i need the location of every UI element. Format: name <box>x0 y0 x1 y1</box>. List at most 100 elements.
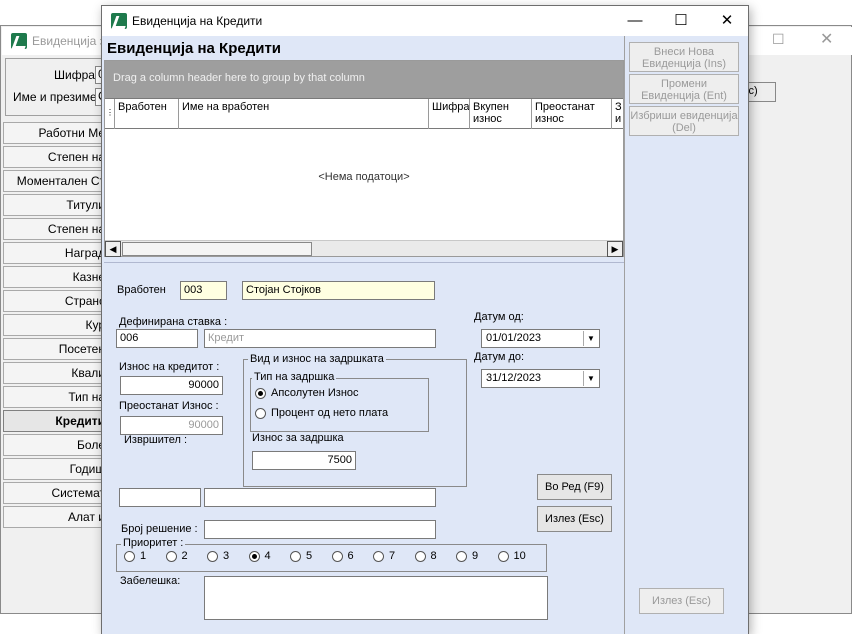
menu-item[interactable]: Кур <box>3 314 110 336</box>
menu-item[interactable]: Работни Ме <box>3 122 110 144</box>
maximize-icon[interactable]: ☐ <box>658 6 704 36</box>
maximize-icon[interactable]: ☐ <box>772 31 785 48</box>
menu-item[interactable]: Кредити <box>3 410 110 432</box>
menu-item[interactable]: Боле <box>3 434 110 456</box>
date-to-value: 31/12/2023 <box>486 372 542 384</box>
window-titlebar: Евиденција на Кредити — ☐ ✕ <box>102 6 748 36</box>
new-record-button[interactable]: Внеси Нова Евиденција (Ins) <box>629 42 739 72</box>
row-indicator-icon: ⋮ <box>105 99 115 129</box>
executor-code-input[interactable] <box>119 488 201 507</box>
priority-radio[interactable] <box>290 551 301 562</box>
date-to-label: Датум до: <box>474 351 525 363</box>
menu-item[interactable]: Системат <box>3 482 110 504</box>
priority-radio[interactable] <box>373 551 384 562</box>
form-title: Евиденција на Кредити <box>107 40 282 57</box>
loan-amount-label: Износ на кредитот : <box>119 361 220 373</box>
priority-radio[interactable] <box>248 551 260 562</box>
date-from-label: Датум од: <box>474 311 524 323</box>
edit-record-button[interactable]: Промени Евиденција (Ent) <box>629 74 739 104</box>
defined-rate-code-input[interactable]: 006 <box>116 329 198 348</box>
menu-item[interactable]: Странс <box>3 290 110 312</box>
decision-number-input[interactable] <box>204 520 436 539</box>
employee-code-input[interactable]: 003 <box>180 281 227 300</box>
date-to-picker[interactable]: 31/12/2023 ▼ <box>481 369 600 388</box>
chevron-down-icon[interactable]: ▼ <box>583 331 598 346</box>
priority-radio[interactable] <box>165 551 177 562</box>
priority-option-label: 2 <box>181 550 188 562</box>
remaining-amount-field: 90000 <box>120 416 223 435</box>
deduction-group-label: Вид и износ на задршката <box>248 353 386 365</box>
column-header[interactable]: Преостанат износ <box>532 99 612 129</box>
note-textarea[interactable] <box>204 576 548 620</box>
note-label: Забелешка: <box>120 575 181 587</box>
column-header[interactable]: З и <box>612 99 623 129</box>
defined-rate-label: Дефинирана ставка : <box>119 316 228 328</box>
priority-option-label: 7 <box>389 550 396 562</box>
exit-button[interactable]: Излез (Esc) <box>537 506 612 532</box>
priority-radio[interactable] <box>414 551 426 562</box>
menu-item[interactable]: Степен на <box>3 218 110 240</box>
column-header[interactable]: Шифра <box>429 99 470 129</box>
priority-label: Приоритет : <box>121 537 186 549</box>
background-window-title: Евиденција за <box>32 34 112 48</box>
chevron-down-icon[interactable]: ▼ <box>583 371 598 386</box>
menu-item[interactable]: Алат и <box>3 506 110 528</box>
divider <box>624 36 625 634</box>
priority-option-label: 6 <box>347 550 354 562</box>
side-exit-button[interactable]: Излез (Esc) <box>639 588 724 614</box>
priority-radio[interactable] <box>497 551 509 562</box>
group-by-bar[interactable]: Drag a column header here to group by th… <box>105 61 623 98</box>
menu-item[interactable]: Степен на <box>3 146 110 168</box>
column-header[interactable]: Име на вработен <box>179 99 429 129</box>
menu-item[interactable]: Титули <box>3 194 110 216</box>
employee-label: Вработен <box>117 284 166 296</box>
window-content: Евиденција на Кредити Drag a column head… <box>102 36 748 634</box>
employee-name-field: Стојан Стојков <box>242 281 435 300</box>
absolute-amount-label: Апсолутен Износ <box>271 387 359 399</box>
percent-net-radio[interactable] <box>255 408 266 419</box>
divider <box>104 262 624 263</box>
shifra-label: Шифра: <box>54 68 99 82</box>
loan-amount-input[interactable]: 90000 <box>120 376 223 395</box>
app-icon <box>111 13 127 29</box>
priority-option-label: 8 <box>430 550 437 562</box>
menu-item[interactable]: Наград <box>3 242 110 264</box>
scroll-thumb[interactable] <box>122 242 312 256</box>
menu-item[interactable]: Посетен <box>3 338 110 360</box>
decision-number-label: Број решение : <box>121 523 198 535</box>
app-icon <box>11 33 27 49</box>
percent-net-label: Процент од нето плата <box>271 407 389 419</box>
scroll-left-icon[interactable]: ◀ <box>105 241 121 257</box>
credits-grid[interactable]: Drag a column header here to group by th… <box>104 60 624 257</box>
empty-grid-message: <Нема податоци> <box>318 171 410 183</box>
menu-item[interactable]: Годиш <box>3 458 110 480</box>
priority-radio[interactable] <box>331 551 343 562</box>
priority-radio[interactable] <box>207 551 218 562</box>
deduction-amount-input[interactable]: 7500 <box>252 451 356 470</box>
window-title: Евиденција на Кредити <box>132 14 263 28</box>
scroll-right-icon[interactable]: ▶ <box>607 241 623 257</box>
priority-radio[interactable] <box>456 551 467 562</box>
delete-record-button[interactable]: Избриши евиденција (Del) <box>629 106 739 136</box>
menu-item[interactable]: Квали <box>3 362 110 384</box>
horizontal-scrollbar[interactable]: ◀ ▶ <box>105 240 623 257</box>
absolute-amount-radio[interactable] <box>255 388 266 399</box>
priority-option-label: 1 <box>140 550 147 562</box>
grid-header: ⋮ Вработен Име на вработен Шифра Вкупен … <box>105 98 623 129</box>
menu-item[interactable]: Тип на <box>3 386 110 408</box>
column-header[interactable]: Вкупен износ <box>470 99 532 129</box>
close-icon[interactable]: ✕ <box>820 29 833 49</box>
menu-item[interactable]: Казне <box>3 266 110 288</box>
menu-item[interactable]: Моментален Ст <box>3 170 110 192</box>
executor-label: Извршител : <box>124 434 188 446</box>
credits-window: Евиденција на Кредити — ☐ ✕ Евиденција н… <box>101 5 749 634</box>
executor-name-field[interactable] <box>204 488 436 507</box>
column-header[interactable]: Вработен <box>115 99 179 129</box>
close-icon[interactable]: ✕ <box>704 6 750 36</box>
ok-button[interactable]: Во Ред (F9) <box>537 474 612 500</box>
priority-option-label: 4 <box>264 550 271 562</box>
priority-radio[interactable] <box>124 551 135 562</box>
date-from-picker[interactable]: 01/01/2023 ▼ <box>481 329 600 348</box>
remaining-label: Преостанат Износ : <box>119 400 219 412</box>
minimize-icon[interactable]: — <box>612 6 658 36</box>
